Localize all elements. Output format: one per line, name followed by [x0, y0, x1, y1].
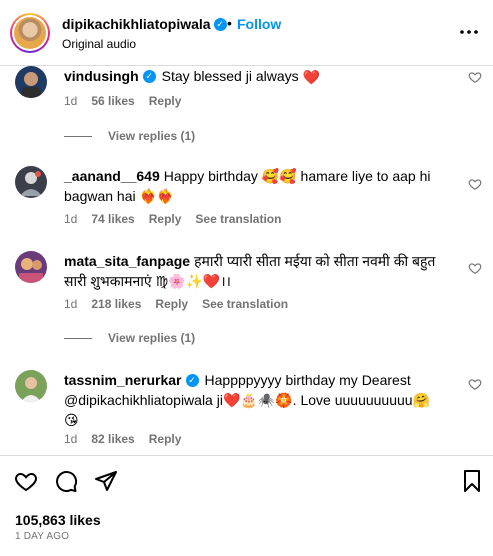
- comment-username[interactable]: _aanand__649: [64, 168, 160, 184]
- view-replies-label[interactable]: View replies (1): [108, 129, 195, 143]
- heart-icon[interactable]: [468, 70, 482, 84]
- comment-age: 1d: [64, 94, 78, 108]
- replies-line: [64, 338, 92, 340]
- comment-meta: 1d 56 likes Reply: [64, 94, 195, 108]
- comment-likes[interactable]: 82 likes: [91, 432, 134, 446]
- replies-line: [64, 136, 92, 138]
- comment-likes[interactable]: 218 likes: [91, 297, 141, 311]
- author-avatar[interactable]: [10, 13, 50, 53]
- share-icon[interactable]: [94, 469, 118, 493]
- heart-icon[interactable]: [468, 261, 482, 275]
- comment-avatar[interactable]: [15, 66, 47, 98]
- heart-icon[interactable]: [468, 377, 482, 391]
- comment-meta: 1d 74 likes Reply See translation: [64, 212, 295, 226]
- comment-body: Stay blessed ji always: [161, 68, 299, 84]
- actions-divider: [0, 455, 493, 456]
- comment-likes[interactable]: 74 likes: [91, 212, 134, 226]
- author-username[interactable]: dipikachikhliatopiwala: [62, 16, 211, 32]
- view-replies-label[interactable]: View replies (1): [108, 331, 195, 345]
- post-likes-count[interactable]: 105,863 likes: [15, 512, 101, 528]
- comment-icon[interactable]: [54, 469, 78, 493]
- more-icon[interactable]: [459, 22, 479, 42]
- comment-likes[interactable]: 56 likes: [91, 94, 134, 108]
- see-translation-button[interactable]: See translation: [195, 212, 281, 226]
- comment-username[interactable]: vindusingh: [64, 68, 139, 84]
- comment-avatar[interactable]: [15, 166, 47, 198]
- comment-text: _aanand__649 Happy birthday 🥰🥰 hamare liy…: [64, 166, 444, 206]
- audio-label[interactable]: Original audio: [62, 37, 136, 51]
- comment-age: 1d: [64, 212, 78, 226]
- like-heart-icon[interactable]: [14, 469, 38, 493]
- post-timestamp: 1 DAY AGO: [15, 531, 70, 542]
- view-replies-button[interactable]: View replies (1): [64, 331, 195, 345]
- comment-emoji: ❤️: [302, 69, 320, 85]
- comment-username[interactable]: mata_sita_fanpage: [64, 253, 190, 269]
- comment-text: mata_sita_fanpage हमारी प्यारी सीता मईया …: [64, 251, 444, 291]
- post-header: dipikachikhliatopiwala ✓ • Follow Origina…: [0, 0, 493, 66]
- verified-icon: ✓: [213, 17, 227, 31]
- follow-button[interactable]: Follow: [237, 16, 281, 32]
- verified-icon: ✓: [185, 373, 199, 387]
- comment-username[interactable]: tassnim_nerurkar: [64, 372, 182, 388]
- separator-dot: •: [227, 15, 232, 31]
- comment-avatar[interactable]: [15, 251, 47, 283]
- reply-button[interactable]: Reply: [149, 94, 182, 108]
- comment-text: vindusingh ✓ Stay blessed ji always ❤️: [64, 66, 444, 86]
- comment-age: 1d: [64, 432, 78, 446]
- comment-text: tassnim_nerurkar ✓ Happppyyyy birthday my …: [64, 370, 444, 430]
- reply-button[interactable]: Reply: [155, 297, 188, 311]
- reply-button[interactable]: Reply: [149, 432, 182, 446]
- comment-avatar[interactable]: [15, 370, 47, 402]
- see-translation-button[interactable]: See translation: [202, 297, 288, 311]
- heart-icon[interactable]: [468, 177, 482, 191]
- reply-button[interactable]: Reply: [149, 212, 182, 226]
- comment-meta: 1d 218 likes Reply See translation: [64, 297, 302, 311]
- comment-age: 1d: [64, 297, 78, 311]
- view-replies-button[interactable]: View replies (1): [64, 129, 195, 143]
- verified-icon: ✓: [142, 69, 156, 83]
- author-username-row[interactable]: dipikachikhliatopiwala ✓: [62, 16, 227, 32]
- save-icon[interactable]: [460, 469, 484, 493]
- comment-meta: 1d 82 likes Reply: [64, 432, 195, 446]
